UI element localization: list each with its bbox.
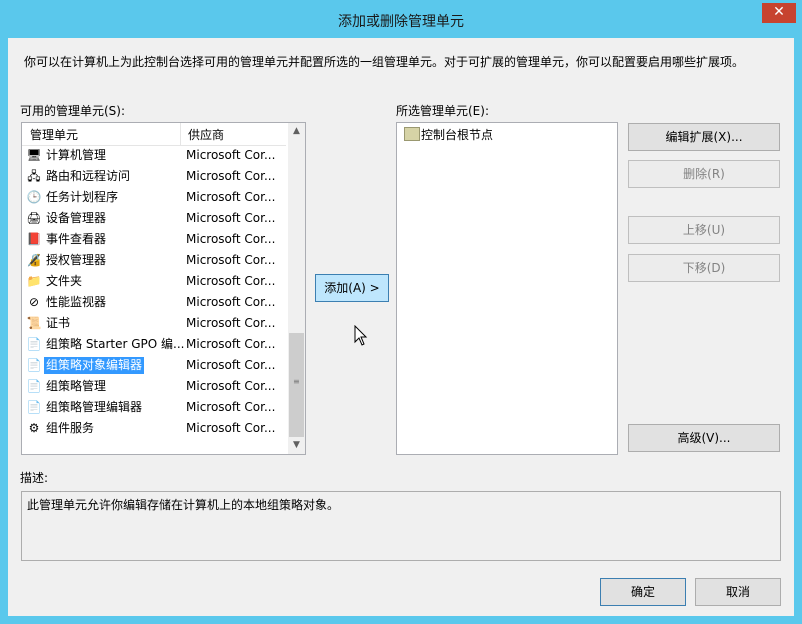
snapin-vendor: Microsoft Cor... [186,232,276,246]
snapin-row[interactable]: ⚙ 组件服务 Microsoft Cor... [22,418,286,439]
description-label: 描述: [20,471,49,485]
snapin-vendor: Microsoft Cor... [186,337,276,351]
snapin-row[interactable]: 📄 组策略管理编辑器 Microsoft Cor... [22,397,286,418]
snapin-name: 文件夹 [46,274,83,288]
cancel-button[interactable]: 取消 [695,578,781,606]
snapin-vendor: Microsoft Cor... [186,358,276,372]
gp-management-icon: 📄 [26,379,42,393]
routing-icon: 🖧 [27,169,41,183]
snapin-row[interactable]: 🖥 计算机管理 Microsoft Cor... [22,145,286,166]
move-down-button[interactable]: 下移(D) [628,254,780,282]
column-header-name[interactable]: 管理单元 [30,126,78,143]
snapin-name: 组策略 Starter GPO 编... [46,337,185,351]
computer-management-icon: 🖥 [26,148,42,162]
snapin-row[interactable]: 🖨 设备管理器 Microsoft Cor... [22,208,286,229]
close-button[interactable]: ✕ [762,3,796,23]
gpo-editor-icon: 📄 [26,358,42,372]
snapin-row[interactable]: 📁 文件夹 Microsoft Cor... [22,271,286,292]
snapin-name: 性能监视器 [46,295,107,309]
remove-button[interactable]: 删除(R) [628,160,780,188]
snapin-vendor: Microsoft Cor... [186,190,276,204]
selected-label: 所选管理单元(E): [396,104,489,118]
move-up-button[interactable]: 上移(U) [628,216,780,244]
snapin-row[interactable]: 📜 证书 Microsoft Cor... [22,313,286,334]
snapin-vendor: Microsoft Cor... [186,379,276,393]
dialog-body: 你可以在计算机上为此控制台选择可用的管理单元并配置所选的一组管理单元。对于可扩展… [8,38,794,616]
snapin-row[interactable]: 🕒 任务计划程序 Microsoft Cor... [22,187,286,208]
description-box: 此管理单元允许你编辑存储在计算机上的本地组策略对象。 [21,491,781,561]
snapin-vendor: Microsoft Cor... [186,211,276,225]
performance-monitor-icon: ⊘ [28,295,40,309]
advanced-button[interactable]: 高级(V)... [628,424,780,452]
component-services-icon: ⚙ [28,421,40,435]
mouse-cursor-icon [354,325,368,346]
authorization-manager-icon: 🔏 [26,253,42,267]
snapin-row[interactable]: 🖧 路由和远程访问 Microsoft Cor... [22,166,286,187]
snapin-name: 组件服务 [46,421,95,435]
ok-button[interactable]: 确定 [600,578,686,606]
snapin-vendor: Microsoft Cor... [186,253,276,267]
certificate-icon: 📜 [26,316,42,330]
close-icon: ✕ [773,4,785,20]
available-snapins-list[interactable]: 管理单元 供应商 🖥 计算机管理 Microsoft Cor... 🖧 路由和远程访问 M… [21,122,306,455]
snapin-name: 授权管理器 [46,253,107,267]
snapin-vendor: Microsoft Cor... [186,400,276,414]
snapin-name: 组策略对象编辑器 [44,357,145,374]
column-divider[interactable] [180,123,181,145]
snapin-row[interactable]: 📕 事件查看器 Microsoft Cor... [22,229,286,250]
scroll-thumb[interactable]: ≡ [289,333,304,437]
snapin-vendor: Microsoft Cor... [186,316,276,330]
snapin-vendor: Microsoft Cor... [186,148,276,162]
vertical-scrollbar[interactable]: ▲ ≡ ▼ [288,123,305,454]
dialog-window: 添加或删除管理单元 ✕ 你可以在计算机上为此控制台选择可用的管理单元并配置所选的… [0,0,802,624]
scroll-down-icon[interactable]: ▼ [288,437,305,454]
task-scheduler-icon: 🕒 [26,190,42,204]
intro-text: 你可以在计算机上为此控制台选择可用的管理单元并配置所选的一组管理单元。对于可扩展… [24,55,745,69]
title-bar[interactable]: 添加或删除管理单元 ✕ [0,0,802,38]
snapin-name: 组策略管理 [46,379,107,393]
add-button[interactable]: 添加(A) > [315,274,389,302]
selected-snapins-tree[interactable]: 控制台根节点 [396,122,618,455]
snapin-name: 证书 [46,316,71,330]
snapin-row[interactable]: ⊘ 性能监视器 Microsoft Cor... [22,292,286,313]
event-viewer-icon: 📕 [26,232,42,246]
snapin-name: 组策略管理编辑器 [46,400,143,414]
snapin-row[interactable]: 📄 组策略对象编辑器 Microsoft Cor... [22,355,286,376]
snapin-vendor: Microsoft Cor... [186,421,276,435]
snapin-name: 事件查看器 [46,232,107,246]
column-header-vendor[interactable]: 供应商 [188,126,224,143]
scroll-up-icon[interactable]: ▲ [288,123,305,140]
snapin-name: 任务计划程序 [46,190,119,204]
gp-management-editor-icon: 📄 [26,400,42,414]
grip-icon: ≡ [293,377,300,386]
snapin-name: 设备管理器 [46,211,107,225]
snapin-vendor: Microsoft Cor... [186,295,276,309]
snapin-name: 计算机管理 [46,148,107,162]
description-text: 此管理单元允许你编辑存储在计算机上的本地组策略对象。 [27,498,340,512]
snapin-row[interactable]: 🔏 授权管理器 Microsoft Cor... [22,250,286,271]
device-manager-icon: 🖨 [26,211,42,225]
available-label: 可用的管理单元(S): [20,104,126,118]
snapin-row[interactable]: 📄 组策略 Starter GPO 编... Microsoft Cor... [22,334,286,355]
dialog-title: 添加或删除管理单元 [338,14,464,30]
edit-extensions-button[interactable]: 编辑扩展(X)... [628,123,780,151]
snapin-name: 路由和远程访问 [46,169,131,183]
folder-icon: 📁 [26,274,42,288]
snapin-vendor: Microsoft Cor... [186,169,276,183]
console-root-node[interactable]: 控制台根节点 [421,126,493,143]
starter-gpo-icon: 📄 [26,337,42,351]
console-root-icon [404,127,420,141]
snapin-row[interactable]: 📄 组策略管理 Microsoft Cor... [22,376,286,397]
snapin-vendor: Microsoft Cor... [186,274,276,288]
list-header: 管理单元 供应商 [22,123,286,146]
